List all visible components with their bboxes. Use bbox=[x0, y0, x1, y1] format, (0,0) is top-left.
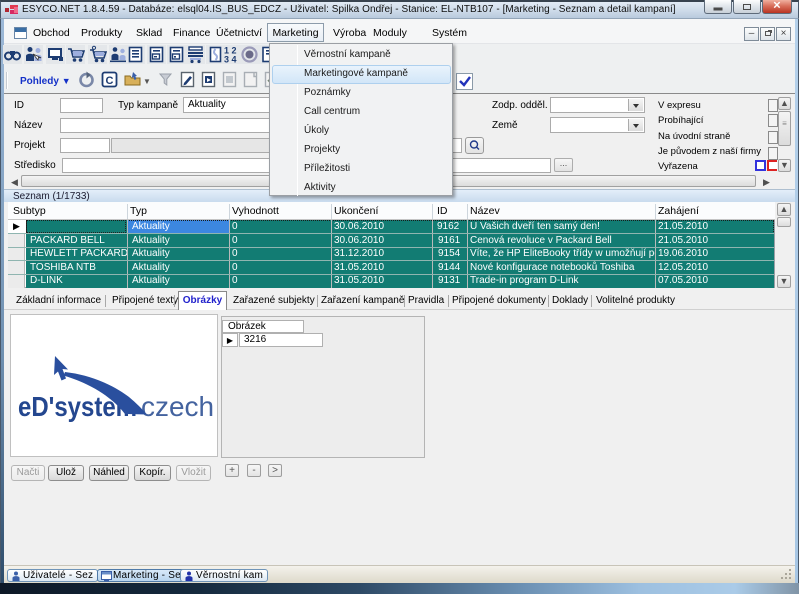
svg-text:3 4: 3 4 bbox=[224, 55, 237, 65]
svg-text:C: C bbox=[106, 75, 114, 87]
svg-text:czech: czech bbox=[141, 391, 214, 422]
